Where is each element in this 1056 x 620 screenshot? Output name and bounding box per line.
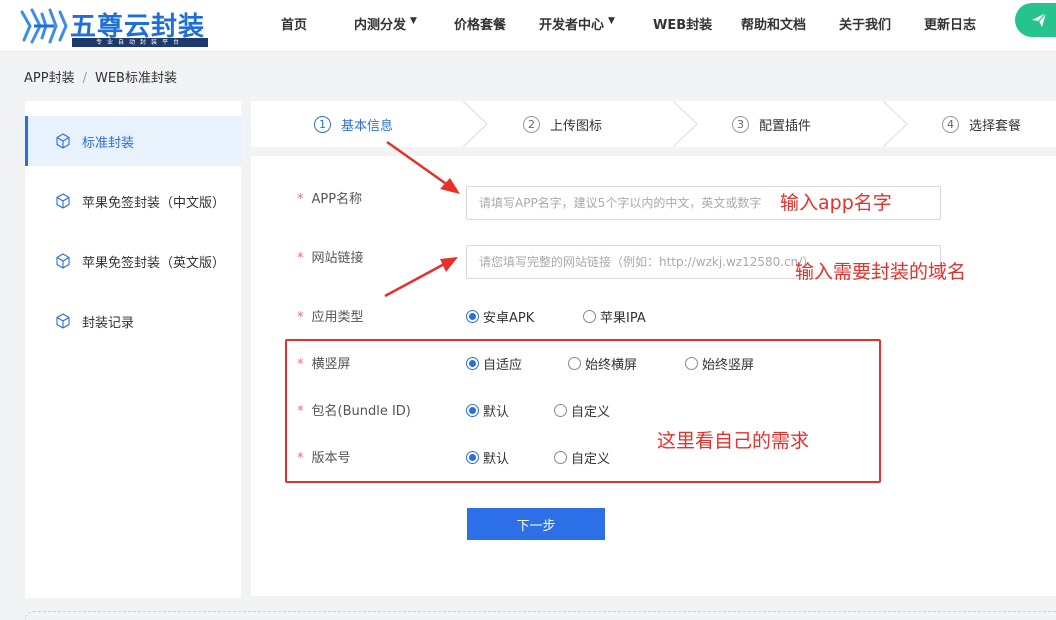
app-type-option-ipa[interactable]: 苹果IPA	[583, 307, 646, 326]
annotation-app-name-hint: 输入app名字	[780, 192, 892, 214]
step-chevron-icon	[883, 101, 909, 147]
nav-changelog[interactable]: 更新日志	[924, 0, 976, 46]
nav-home[interactable]: 首页	[281, 0, 307, 46]
step-bar: 1 基本信息 2 上传图标 3 配置插件 4 选择套餐	[251, 101, 1056, 147]
app-type-option-apk[interactable]: 安卓APK	[466, 307, 534, 326]
step-number: 2	[523, 116, 540, 133]
annotation-domain-hint: 输入需要封装的域名	[795, 261, 967, 283]
site-logo[interactable]: 五尊云封装 专业自动封装平台	[20, 4, 212, 48]
sidebar-item-standard-package[interactable]: 标准封装	[25, 116, 241, 166]
logo-subtitle: 专业自动封装平台	[72, 38, 208, 47]
step-number: 3	[732, 116, 749, 133]
annotation-options-hint: 这里看自己的需求	[657, 430, 810, 452]
breadcrumb-separator: /	[82, 71, 87, 86]
required-mark: *	[297, 310, 304, 325]
app-type-label: * 应用类型	[297, 310, 364, 325]
nav-web-package[interactable]: WEB封装	[653, 0, 712, 46]
footer-dashed-border	[25, 611, 1056, 620]
step-chevron-icon	[463, 101, 489, 147]
app-name-label: * APP名称	[297, 192, 363, 207]
step-label: 基本信息	[341, 119, 394, 134]
top-header: 五尊云封装 专业自动封装平台 首页 内测分发 ▼ 价格套餐 开发者中心 ▼ WEB封…	[0, 0, 1056, 52]
step-number: 4	[942, 116, 959, 133]
annotation-highlight-box	[285, 339, 881, 483]
caret-down-icon: ▼	[608, 16, 615, 26]
radio-checked-icon	[466, 310, 479, 323]
required-mark: *	[297, 192, 304, 207]
step-chevron-icon	[673, 101, 699, 147]
logo-mark-icon	[20, 8, 68, 44]
cta-button[interactable]	[1015, 3, 1056, 37]
cube-icon	[56, 313, 70, 329]
caret-down-icon: ▼	[410, 16, 417, 26]
nav-pricing[interactable]: 价格套餐	[454, 0, 506, 46]
cube-icon	[56, 133, 70, 149]
sidebar-item-label: 苹果免签封装（中文版）	[82, 196, 226, 211]
nav-beta-distribution[interactable]: 内测分发 ▼	[354, 0, 417, 46]
sidebar-item-ios-nosign-en[interactable]: 苹果免签封装（英文版）	[25, 236, 241, 286]
radio-unchecked-icon	[583, 310, 596, 323]
sidebar-item-label: 标准封装	[82, 136, 135, 151]
sidebar-item-label: 封装记录	[82, 316, 135, 331]
cube-icon	[56, 193, 70, 209]
step-label: 配置插件	[759, 119, 812, 134]
breadcrumb-item-web-standard: WEB标准封装	[94, 71, 177, 86]
next-step-button[interactable]: 下一步	[467, 508, 605, 540]
paper-plane-icon	[1032, 12, 1047, 27]
site-url-label: * 网站链接	[297, 251, 364, 266]
breadcrumb-item-app-package[interactable]: APP封装	[24, 71, 75, 86]
step-label: 选择套餐	[969, 119, 1022, 134]
sidebar: 标准封装 苹果免签封装（中文版） 苹果免签封装（英文版） 封装记录	[25, 101, 241, 598]
sidebar-item-package-records[interactable]: 封装记录	[25, 296, 241, 346]
breadcrumb: APP封装 / WEB标准封装	[24, 67, 177, 86]
step-number: 1	[314, 116, 331, 133]
nav-help-docs[interactable]: 帮助和文档	[741, 0, 806, 46]
cube-icon	[56, 253, 70, 269]
sidebar-item-label: 苹果免签封装（英文版）	[82, 256, 226, 271]
nav-developer-center[interactable]: 开发者中心 ▼	[539, 0, 615, 46]
sidebar-item-ios-nosign-cn[interactable]: 苹果免签封装（中文版）	[25, 176, 241, 226]
nav-about[interactable]: 关于我们	[839, 0, 891, 46]
required-mark: *	[297, 251, 304, 266]
step-label: 上传图标	[550, 119, 603, 134]
